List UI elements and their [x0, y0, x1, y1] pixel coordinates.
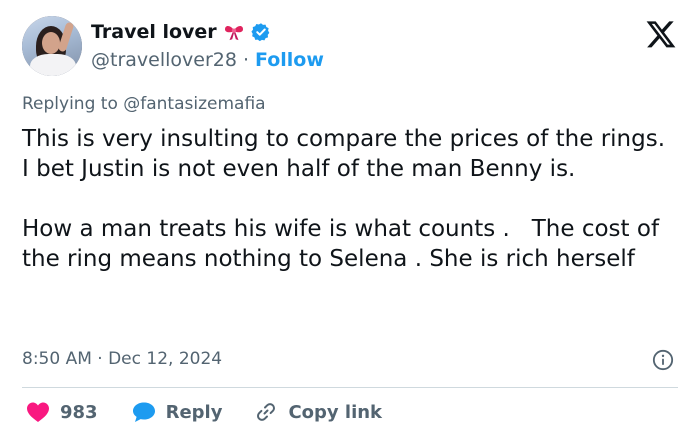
bow-icon [224, 26, 243, 41]
author-name-row: Travel lover [91, 21, 271, 43]
handle-row: @travellover28 · Follow [91, 49, 324, 71]
verified-badge-icon [251, 23, 270, 42]
copy-link-button[interactable]: Copy link [254, 400, 382, 424]
x-logo-icon[interactable] [644, 18, 678, 50]
display-name[interactable]: Travel lover [91, 21, 217, 43]
replying-to[interactable]: Replying to @fantasizemafia [22, 94, 266, 114]
reply-bubble-icon [132, 402, 155, 422]
reply-button[interactable]: Reply [132, 401, 223, 423]
post-text: This is very insulting to compare the pr… [22, 126, 666, 272]
reply-label: Reply [165, 401, 223, 423]
copy-link-label: Copy link [288, 401, 383, 423]
like-count: 983 [60, 401, 98, 423]
author-handle[interactable]: @travellover28 [91, 49, 237, 71]
post-timestamp[interactable]: 8:50 AM · Dec 12, 2024 [22, 349, 222, 369]
like-button[interactable]: 983 [26, 401, 98, 423]
handle-separator: · [242, 49, 249, 71]
divider [22, 387, 678, 388]
link-icon [257, 403, 276, 421]
avatar[interactable] [22, 16, 82, 76]
avatar-body [30, 54, 76, 76]
action-bar: 983 Reply Copy link [22, 400, 382, 424]
heart-icon [27, 402, 49, 422]
avatar-face [42, 32, 60, 54]
info-icon[interactable] [652, 349, 674, 371]
follow-button[interactable]: Follow [255, 49, 324, 71]
